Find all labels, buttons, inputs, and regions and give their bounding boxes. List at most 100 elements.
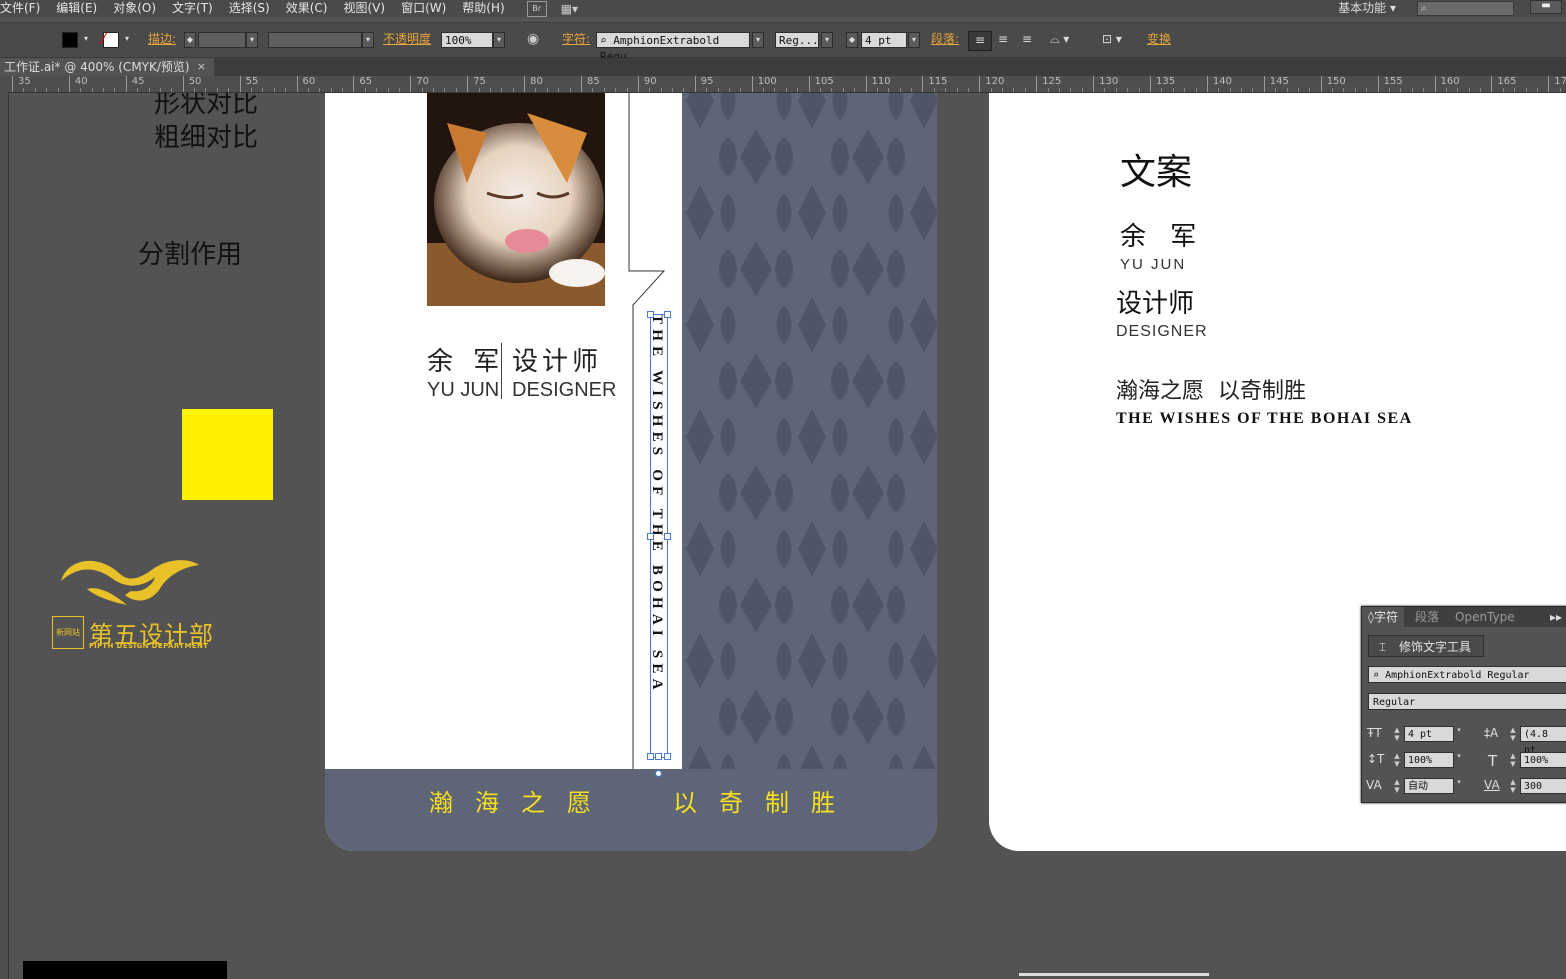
tracking-spinner[interactable]: ▲ ▼ [1508,778,1518,794]
black-rectangle[interactable] [23,961,227,979]
minimize-button[interactable]: ▬ [1530,0,1562,14]
note-divide[interactable]: 分割作用 [138,238,242,272]
back-heading[interactable]: 文案 [1120,143,1192,195]
tab-character[interactable]: ◊字符 [1362,607,1404,627]
close-tab-icon[interactable]: × [197,58,206,76]
menu-type[interactable]: 文字(T) [164,0,221,17]
menu-file[interactable]: 文件(F) [0,0,48,17]
character-link[interactable]: 字符: [562,31,590,48]
stroke-link[interactable]: 描边: [148,31,176,48]
selection-handle-mr[interactable] [664,533,671,540]
back-slogan-en[interactable]: THE WISHES OF THE BOHAI SEA [1116,410,1413,428]
fill-swatch[interactable] [62,32,78,48]
font-family-input[interactable]: ⌕ AmphionExtrabold Regu [596,32,750,63]
opacity-link[interactable]: 不透明度 [383,31,431,48]
selection-handle-tl[interactable] [647,311,654,318]
vertical-scale-spinner[interactable]: ▲ ▼ [1392,752,1402,768]
id-card-front[interactable]: 余 军 设计师 YU JUN DESIGNER THE WISHES OF TH… [325,93,937,851]
fill-dropdown-icon[interactable]: ▾ [80,32,92,48]
cat-photo[interactable] [427,93,605,306]
recolor-icon[interactable]: ◉ [527,31,539,48]
horizontal-ruler[interactable]: 35 40 45 50 55 60 65 70 75 80 85 90 95 100 105 110 115 12… [0,76,1566,93]
touch-type-tool-button[interactable]: ⌶ 修饰文字工具 [1368,635,1484,657]
kerning-spinner[interactable]: ▲ ▼ [1392,778,1402,794]
stroke-weight-stepper[interactable]: ◆ [184,32,196,48]
bridge-button[interactable]: Br [526,0,547,17]
menu-help[interactable]: 帮助(H) [454,0,512,17]
horizontal-scale-input[interactable]: 100% [1520,752,1566,768]
selection-handle-bl[interactable] [647,753,654,760]
font-size-dropdown[interactable]: ▾ [908,32,920,48]
menu-window[interactable]: 窗口(W) [393,0,454,17]
menu-effect[interactable]: 效果(C) [278,0,336,17]
panel-font-family-input[interactable]: ⌕ AmphionExtrabold Regular [1368,666,1566,683]
menu-view[interactable]: 视图(V) [335,0,393,17]
panel-font-size-input[interactable]: 4 pt [1404,726,1454,742]
character-panel[interactable]: ◊字符 段落 OpenType ▸▸ ⌶ 修饰文字工具 ⌕ AmphionExt… [1361,606,1566,803]
selection-handle-tr[interactable] [664,311,671,318]
font-style-input[interactable]: Reg... [775,32,819,48]
front-title-en[interactable]: DESIGNER [512,379,616,402]
profile-dropdown[interactable]: ▾ [362,32,374,48]
vertical-scale-dropdown[interactable]: ▾ [1454,752,1464,768]
horizontal-scale-spinner[interactable]: ▲ ▼ [1508,752,1518,768]
paragraph-link[interactable]: 段落: [931,31,959,48]
leading-spinner[interactable]: ▲ ▼ [1508,726,1518,742]
bottom-slogan-left[interactable]: 瀚海之愿 [429,783,613,818]
selection-handle-ml[interactable] [647,533,654,540]
menu-select[interactable]: 选择(S) [221,0,278,17]
stroke-weight-dropdown[interactable]: ▾ [246,32,258,48]
stroke-weight-input[interactable] [198,32,246,48]
yellow-square[interactable] [182,409,273,500]
font-style-dropdown[interactable]: ▾ [821,32,833,48]
transform-reference-icon[interactable]: ⊡ ▾ [1102,31,1122,48]
font-size-spinner[interactable]: ▲ ▼ [1392,726,1402,742]
back-slogan-cn[interactable]: 瀚海之愿 以奇制胜 [1116,373,1306,405]
tracking-input[interactable]: 300 [1520,778,1566,794]
envelope-warp-icon[interactable]: ⌓ ▾ [1050,31,1069,48]
kerning-dropdown[interactable]: ▾ [1454,778,1464,794]
variable-width-profile[interactable] [268,32,362,48]
panel-font-style-input[interactable]: Regular [1368,693,1566,710]
artboard-canvas[interactable]: 形状对比 粗细对比 分割作用 新网站 第五设计部 FIFTH DESIGN DE… [9,93,1566,979]
selection-handle-bm[interactable] [655,753,662,760]
note-shape-contrast[interactable]: 形状对比 [154,93,258,121]
selection-handle-br[interactable] [664,753,671,760]
tab-opentype[interactable]: OpenType [1455,607,1515,627]
text-path-handle[interactable] [655,770,662,777]
opacity-dropdown[interactable]: ▾ [493,32,505,48]
align-center-icon[interactable]: ≡ [992,31,1014,48]
font-size-stepper[interactable]: ◆ [846,32,858,48]
stroke-dropdown-icon[interactable]: ▾ [121,32,133,48]
font-size-dropdown[interactable]: ▾ [1454,726,1464,742]
front-name-cn[interactable]: 余 军 [427,341,505,378]
front-title-cn[interactable]: 设计师 [512,341,602,378]
align-right-icon[interactable]: ≡ [1016,31,1038,48]
back-title-en[interactable]: DESIGNER [1116,323,1208,341]
arrange-documents-icon[interactable]: ▦▾ [561,2,578,16]
back-name-en[interactable]: YU JUN [1120,256,1186,273]
vertical-scale-input[interactable]: 100% [1404,752,1454,768]
workspace-switcher[interactable]: 基本功能 ▾ [1338,0,1396,17]
bottom-slogan-right[interactable]: 以奇制胜 [673,783,857,818]
vertical-ruler[interactable] [0,92,9,979]
partial-shape[interactable] [1019,973,1209,976]
leading-input[interactable]: (4.8 pt [1520,726,1566,756]
font-size-input[interactable]: 4 pt [861,32,907,48]
transform-link[interactable]: 变换 [1147,31,1171,48]
menu-edit[interactable]: 编辑(E) [48,0,105,17]
menu-object[interactable]: 对象(O) [105,0,164,17]
front-name-en[interactable]: YU JUN [427,379,499,402]
kerning-input[interactable]: 自动 [1404,778,1454,794]
opacity-input[interactable]: 100% [441,32,493,48]
back-name-cn[interactable]: 余 军 [1120,216,1204,253]
stroke-swatch[interactable]: ⁄ [102,31,119,48]
font-family-dropdown[interactable]: ▾ [752,32,764,48]
brand-logo-icon[interactable] [57,551,207,609]
note-weight-contrast[interactable]: 粗细对比 [154,121,258,155]
back-title-cn[interactable]: 设计师 [1116,283,1194,320]
help-search-input[interactable]: ⌕ [1417,1,1514,16]
panel-menu-icon[interactable]: ▸▸ [1550,607,1562,627]
align-left-icon[interactable]: ≡ [968,31,992,51]
document-tab[interactable]: 工作证.ai* @ 400% (CMYK/预览) × [0,58,214,76]
